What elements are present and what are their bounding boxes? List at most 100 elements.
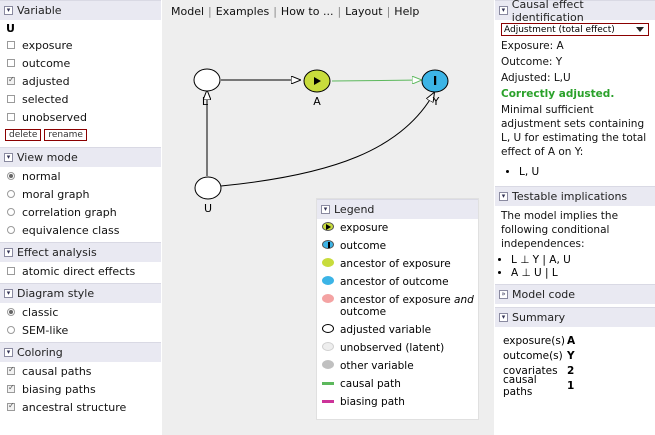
checkbox[interactable] (7, 59, 15, 67)
edge-a-to-y[interactable] (331, 80, 421, 81)
independence-list: L ⊥ Y | A, U A ⊥ U | L (495, 254, 655, 280)
option-label: SEM-like (22, 323, 69, 337)
expand-toggle-icon[interactable]: » (499, 290, 508, 299)
checkbox-checked[interactable] (7, 75, 15, 85)
summary-row: exposure(s) A (503, 334, 576, 347)
rename-button[interactable]: rename (44, 129, 87, 141)
causal-effect-section-header[interactable]: ▾ Causal effect identification (495, 0, 655, 24)
checkbox-checked[interactable] (7, 365, 15, 375)
option-adjusted[interactable]: adjusted (0, 72, 161, 90)
testable-implications-title: Testable implications (512, 190, 628, 203)
ancestor-both-icon (322, 294, 335, 304)
radio[interactable] (7, 326, 15, 334)
legend-item: ancestor of exposure and outcome (317, 291, 478, 321)
checkbox-checked[interactable] (7, 383, 15, 393)
option-label: equivalence class (22, 223, 120, 237)
checkbox[interactable] (7, 41, 15, 49)
variable-section-title: Variable (17, 4, 62, 17)
variable-section-header[interactable]: ▾ Variable (0, 0, 161, 20)
legend-header[interactable]: ▾ Legend (317, 199, 478, 219)
effect-analysis-section-header[interactable]: ▾ Effect analysis (0, 242, 161, 262)
exposure-line: Exposure: A (501, 40, 564, 52)
collapse-toggle-icon[interactable]: ▾ (4, 6, 13, 15)
checkbox[interactable] (7, 113, 15, 121)
right-sidebar: ▾ Causal effect identification Adjustmen… (495, 0, 655, 435)
effect-type-select[interactable]: Adjustment (total effect) (501, 23, 649, 36)
edge-u-to-y[interactable] (220, 93, 434, 187)
legend-item: adjusted variable (317, 321, 478, 339)
style-sem-like[interactable]: SEM-like (0, 321, 161, 339)
independence-item: L ⊥ Y | A, U (511, 254, 655, 267)
legend-item: ancestor of exposure (317, 255, 478, 273)
option-label: correlation graph (22, 205, 117, 219)
delete-button[interactable]: delete (5, 129, 42, 141)
coloring-biasing-paths[interactable]: biasing paths (0, 380, 161, 398)
node-y-label: Y (432, 95, 440, 108)
collapse-toggle-icon[interactable]: ▾ (321, 205, 330, 214)
model-code-header[interactable]: » Model code (495, 284, 655, 304)
view-mode-correlation[interactable]: correlation graph (0, 203, 161, 221)
collapse-toggle-icon[interactable]: ▾ (499, 313, 508, 322)
option-unobserved[interactable]: unobserved (0, 108, 161, 126)
collapse-toggle-icon[interactable]: ▾ (499, 192, 508, 201)
left-sidebar: ▾ Variable U exposure outcome adjusted s… (0, 0, 161, 435)
style-classic[interactable]: classic (0, 303, 161, 321)
coloring-ancestral-structure[interactable]: ancestral structure (0, 398, 161, 416)
collapse-toggle-icon[interactable]: ▾ (499, 6, 508, 15)
summary-title: Summary (512, 311, 566, 324)
option-selected[interactable]: selected (0, 90, 161, 108)
collapse-toggle-icon[interactable]: ▾ (4, 289, 13, 298)
radio[interactable] (7, 208, 15, 216)
option-atomic-direct-effects[interactable]: atomic direct effects (0, 262, 161, 280)
coloring-section-header[interactable]: ▾ Coloring (0, 342, 161, 362)
legend-item: exposure (317, 219, 478, 237)
collapse-toggle-icon[interactable]: ▾ (4, 348, 13, 357)
collapse-toggle-icon[interactable]: ▾ (4, 248, 13, 257)
summary-header[interactable]: ▾ Summary (495, 307, 655, 327)
node-u-label: U (204, 202, 212, 215)
unobserved-icon (322, 342, 335, 352)
checkbox[interactable] (7, 267, 15, 275)
option-exposure[interactable]: exposure (0, 36, 161, 54)
legend-item: ancestor of outcome (317, 273, 478, 291)
diagram-canvas[interactable]: Model | Examples | How to ... | Layout | Hel… (162, 0, 494, 435)
option-outcome[interactable]: outcome (0, 54, 161, 72)
coloring-title: Coloring (17, 346, 63, 359)
checkbox[interactable] (7, 95, 15, 103)
view-mode-normal[interactable]: normal (0, 167, 161, 185)
summary-row: causal paths 1 (503, 373, 575, 398)
checkbox-checked[interactable] (7, 401, 15, 411)
exposure-icon (322, 222, 335, 232)
effect-analysis-title: Effect analysis (17, 246, 97, 259)
option-label: classic (22, 305, 59, 319)
node-l[interactable] (193, 68, 221, 92)
collapse-toggle-icon[interactable]: ▾ (4, 153, 13, 162)
legend-item: unobserved (latent) (317, 339, 478, 357)
radio[interactable] (7, 190, 15, 198)
view-mode-section-header[interactable]: ▾ View mode (0, 147, 161, 167)
legend-title: Legend (334, 203, 375, 216)
view-mode-moral[interactable]: moral graph (0, 185, 161, 203)
radio-selected[interactable] (7, 172, 15, 180)
other-icon (322, 360, 335, 370)
option-label: atomic direct effects (22, 264, 136, 278)
adjustment-status: Correctly adjusted. (501, 88, 615, 100)
legend-item: causal path (317, 375, 478, 393)
outcome-bar-icon (434, 76, 437, 85)
legend-panel: ▾ Legend exposure outcome ancestor of ex… (316, 198, 479, 420)
option-label: biasing paths (22, 382, 96, 396)
option-label: exposure (22, 38, 73, 52)
legend-item: other variable (317, 357, 478, 375)
current-variable-name: U (6, 21, 15, 35)
testable-description: The model implies the following conditio… (501, 210, 619, 250)
radio[interactable] (7, 226, 15, 234)
diagram-style-section-header[interactable]: ▾ Diagram style (0, 283, 161, 303)
coloring-causal-paths[interactable]: causal paths (0, 362, 161, 380)
radio-selected[interactable] (7, 308, 15, 316)
option-label: ancestral structure (22, 400, 127, 414)
adjustment-description: Minimal sufficient adjustment sets conta… (501, 104, 647, 158)
node-l-label: L (202, 95, 209, 108)
node-u[interactable] (194, 176, 222, 200)
view-mode-equivalence[interactable]: equivalence class (0, 221, 161, 239)
testable-implications-header[interactable]: ▾ Testable implications (495, 186, 655, 206)
